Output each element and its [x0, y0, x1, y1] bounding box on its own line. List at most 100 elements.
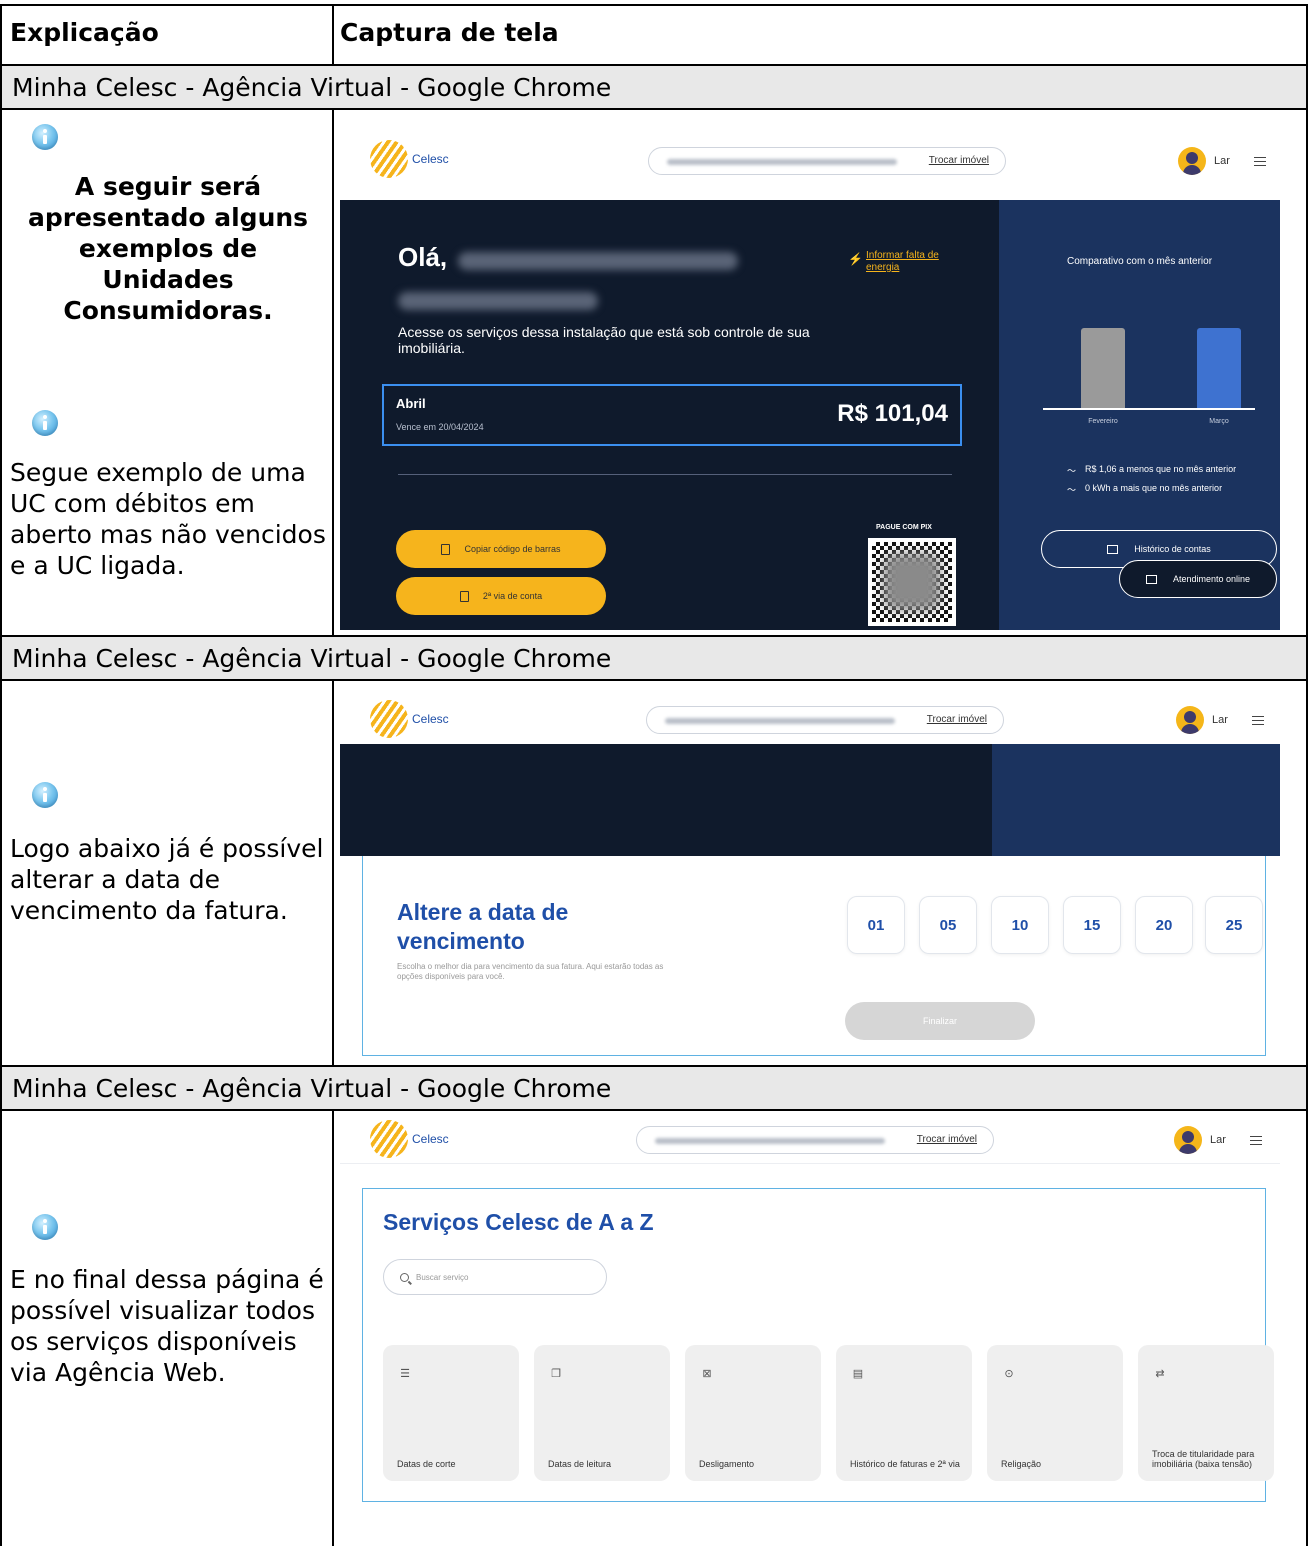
- avatar[interactable]: [1176, 706, 1204, 734]
- search-icon: [400, 1272, 409, 1282]
- explanation-text: E no final dessa página é possível visua…: [10, 1265, 324, 1387]
- trend-icon: 〜: [1067, 485, 1077, 495]
- service-card-invoice-history[interactable]: ▤ Histórico de faturas e 2ª via: [836, 1345, 972, 1481]
- service-card-ownership-transfer[interactable]: ⇄ Troca de titularidade para imobiliária…: [1138, 1345, 1274, 1481]
- due-day-option[interactable]: 05: [919, 896, 977, 954]
- service-label: Troca de titularidade para imobiliária (…: [1152, 1449, 1255, 1469]
- celesc-logo[interactable]: Celesc: [370, 140, 449, 178]
- section-title: Minha Celesc - Agência Virtual - Google …: [2, 1067, 1306, 1111]
- property-address-pill[interactable]: Trocar imóvel: [646, 706, 1004, 734]
- column-header-screenshot: Captura de tela: [340, 18, 559, 47]
- info-icon: [32, 782, 58, 808]
- stat-kwh: 0 kWh a mais que no mês anterior: [1085, 483, 1223, 493]
- outage-report-link[interactable]: Informar falta de energia: [866, 250, 946, 274]
- chart-baseline: [1043, 408, 1255, 410]
- service-label: Religação: [1001, 1459, 1042, 1469]
- info-icon: [32, 410, 58, 436]
- hamburger-menu-icon[interactable]: [1250, 1136, 1262, 1145]
- service-search-input[interactable]: Buscar serviço: [383, 1259, 607, 1295]
- search-placeholder: Buscar serviço: [416, 1272, 469, 1282]
- due-day-option[interactable]: 01: [847, 896, 905, 954]
- blurred-user-name: [398, 292, 598, 310]
- change-property-link[interactable]: Trocar imóvel: [927, 714, 987, 725]
- blurred-address: [655, 1138, 885, 1144]
- explanation-text: Segue exemplo de uma UC com débitos em a…: [10, 458, 326, 580]
- receipt-icon: [459, 590, 469, 602]
- service-card-shutdown[interactable]: ⊠ Desligamento: [685, 1345, 821, 1481]
- services-title: Serviços Celesc de A a Z: [383, 1209, 654, 1235]
- document-icon: ❐: [551, 1367, 561, 1380]
- section-title: Minha Celesc - Agência Virtual - Google …: [2, 66, 1306, 110]
- celesc-logo[interactable]: Celesc: [370, 700, 449, 738]
- due-day-option[interactable]: 10: [991, 896, 1049, 954]
- intro-text: A seguir será apresentado alguns exemplo…: [27, 172, 309, 325]
- due-day-option[interactable]: 15: [1063, 896, 1121, 954]
- property-address-pill[interactable]: Trocar imóvel: [648, 147, 1006, 175]
- service-card-cutoff-dates[interactable]: ☰ Datas de corte: [383, 1345, 519, 1481]
- bill-due-date: Vence em 20/04/2024: [396, 422, 484, 432]
- service-label: Datas de corte: [397, 1459, 456, 1469]
- keyboard-icon: [1145, 574, 1157, 584]
- subtitle: Acesse os serviços dessa instalação que …: [398, 324, 810, 356]
- blurred-address: [665, 718, 895, 724]
- finalize-button[interactable]: Finalizar: [845, 1002, 1035, 1040]
- pix-label: PAGUE COM PIX: [876, 524, 932, 531]
- comparison-panel: [992, 744, 1280, 856]
- sun-logo-icon: [370, 1120, 408, 1158]
- hamburger-menu-icon[interactable]: [1254, 157, 1266, 166]
- column-header-explanation: Explicação: [10, 18, 159, 47]
- bar-label-current: Março: [1209, 418, 1229, 425]
- service-label: Histórico de faturas e 2ª via: [850, 1459, 960, 1469]
- online-support-button[interactable]: Atendimento online: [1119, 560, 1277, 598]
- logo-text: Celesc: [412, 1132, 449, 1146]
- bill-month: Abril: [396, 396, 426, 411]
- greeting: Olá,: [398, 242, 448, 272]
- chart-icon: [1107, 544, 1119, 554]
- trend-icon: 〜: [1067, 466, 1077, 476]
- info-icon: [32, 124, 58, 150]
- column-divider: [332, 6, 334, 66]
- instruction-table: Explicação Captura de tela Minha Celesc …: [0, 4, 1308, 1546]
- bar-current-month: [1197, 328, 1241, 408]
- property-address-pill[interactable]: Trocar imóvel: [636, 1126, 994, 1154]
- swap-icon: ⇄: [1155, 1367, 1165, 1380]
- celesc-logo[interactable]: Celesc: [370, 1120, 449, 1158]
- due-day-option[interactable]: 20: [1135, 896, 1193, 954]
- copy-barcode-button[interactable]: Copiar código de barras: [396, 530, 606, 568]
- copy-barcode-label: Copiar código de barras: [464, 544, 561, 554]
- invoice-icon: ▤: [852, 1367, 864, 1380]
- current-bill-card[interactable]: Abril Vence em 20/04/2024 R$ 101,04: [382, 384, 962, 446]
- bill-amount: R$ 101,04: [837, 400, 948, 427]
- second-copy-button[interactable]: 2ª via de conta: [396, 577, 606, 615]
- avatar[interactable]: [1174, 1126, 1202, 1154]
- pix-qr-code: [868, 538, 956, 626]
- explanation-text: Logo abaixo já é possível alterar a data…: [10, 834, 324, 925]
- table-header-row: Explicação Captura de tela: [2, 6, 1306, 66]
- sun-logo-icon: [370, 140, 408, 178]
- service-label: Desligamento: [699, 1459, 755, 1469]
- change-property-link[interactable]: Trocar imóvel: [917, 1134, 977, 1145]
- blurred-address: [667, 159, 897, 165]
- list-icon: ☰: [400, 1367, 410, 1380]
- avatar[interactable]: [1178, 147, 1206, 175]
- change-property-link[interactable]: Trocar imóvel: [929, 155, 989, 166]
- blurred-user-name: [458, 252, 738, 270]
- online-support-label: Atendimento online: [1172, 574, 1251, 584]
- hamburger-menu-icon[interactable]: [1252, 716, 1264, 725]
- service-card-reading-dates[interactable]: ❐ Datas de leitura: [534, 1345, 670, 1481]
- info-icon: [32, 1214, 58, 1240]
- user-name: Lar: [1214, 155, 1230, 167]
- app-header: Celesc Trocar imóvel Lar: [340, 1114, 1280, 1164]
- section-title: Minha Celesc - Agência Virtual - Google …: [2, 637, 1306, 681]
- app-header: Celesc Trocar imóvel Lar: [340, 118, 1280, 200]
- logo-text: Celesc: [412, 152, 449, 166]
- service-label: Datas de leitura: [548, 1459, 612, 1469]
- services-card: Serviços Celesc de A a Z Buscar serviço …: [362, 1188, 1274, 1502]
- user-name: Lar: [1212, 714, 1228, 726]
- due-date-description: Escolha o melhor dia para vencimento da …: [397, 962, 664, 981]
- app-header: Celesc Trocar imóvel Lar: [340, 686, 1280, 744]
- service-card-reconnection[interactable]: ⊙ Religação: [987, 1345, 1123, 1481]
- comparison-title: Comparativo com o mês anterior: [1066, 256, 1213, 267]
- due-date-title: Altere a data de vencimento: [397, 899, 569, 954]
- due-day-option[interactable]: 25: [1205, 896, 1263, 954]
